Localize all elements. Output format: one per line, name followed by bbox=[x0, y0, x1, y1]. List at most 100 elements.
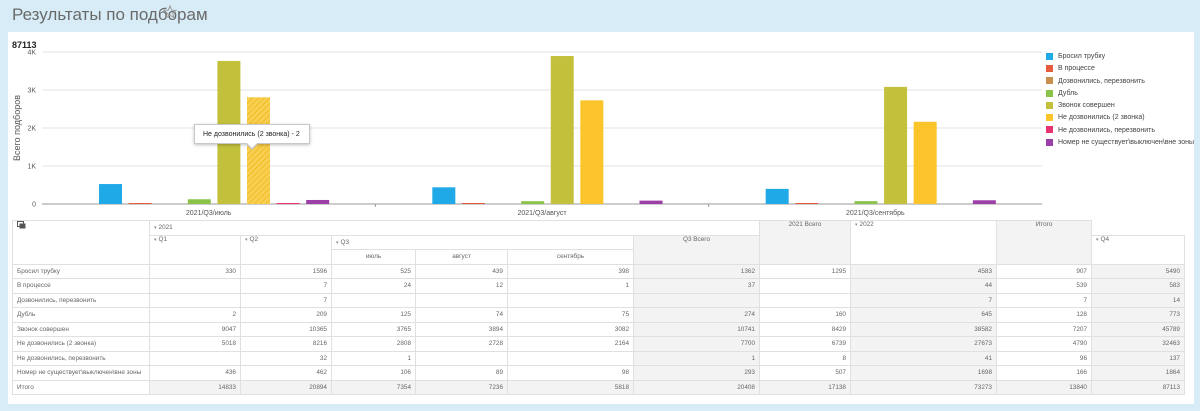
table-cell: 3894 bbox=[415, 321, 508, 337]
col-header-q1[interactable]: ▾ Q1 bbox=[149, 234, 241, 265]
table-cell: 4583 bbox=[850, 263, 997, 279]
table-cell: 8216 bbox=[240, 336, 332, 352]
col-header-q4[interactable]: ▾ Q4 bbox=[1091, 234, 1185, 265]
bar[interactable] bbox=[795, 203, 819, 204]
row-label: Бросил трубку bbox=[12, 263, 150, 279]
table-cell: 7354 bbox=[331, 379, 416, 395]
bar[interactable] bbox=[550, 56, 574, 204]
table-cell: 462 bbox=[240, 365, 332, 381]
legend-item[interactable]: Номер не существует\выключен\вне зоны bbox=[1046, 138, 1194, 150]
table-row: Не дозвонились (2 звонка) 5018 8216 2808 272… bbox=[12, 336, 1185, 352]
bar[interactable] bbox=[854, 201, 878, 204]
row-label: Не дозвонились, перезвонить bbox=[12, 350, 150, 366]
table-cell bbox=[149, 350, 241, 366]
table-cell: 73273 bbox=[850, 379, 997, 395]
legend-swatch bbox=[1046, 138, 1053, 146]
bar[interactable] bbox=[99, 184, 122, 204]
legend-swatch bbox=[1046, 126, 1053, 134]
col-header-q3[interactable]: ▾ Q3 bbox=[331, 234, 634, 250]
table-cell: 7 bbox=[996, 292, 1092, 308]
bar[interactable] bbox=[247, 97, 270, 204]
table-cell: 128 bbox=[996, 307, 1092, 323]
pivot-settings-icon[interactable] bbox=[17, 221, 26, 229]
table-cell: 106 bbox=[331, 365, 416, 381]
chart-legend: Бросил трубку В процессе Дозвонились, пере… bbox=[1046, 52, 1194, 150]
bar[interactable] bbox=[639, 200, 663, 204]
table-cell: 6739 bbox=[759, 336, 851, 352]
table-cell: 10741 bbox=[633, 321, 760, 337]
table-cell: 3765 bbox=[331, 321, 416, 337]
legend-label: Бросил трубку bbox=[1058, 53, 1106, 60]
bar[interactable] bbox=[765, 188, 789, 204]
table-cell: 89 bbox=[415, 365, 508, 381]
table-cell: 125 bbox=[331, 307, 416, 323]
legend-item[interactable]: В процессе bbox=[1046, 64, 1194, 76]
table-cell: 4790 bbox=[996, 336, 1092, 352]
x-tick-label: 2021/Q3/сентябрь bbox=[846, 209, 905, 217]
table-cell: 5018 bbox=[149, 336, 241, 352]
bar[interactable] bbox=[432, 187, 456, 204]
col-header-2022[interactable]: ▾ 2022 bbox=[850, 220, 997, 265]
table-cell: 1864 bbox=[1091, 365, 1185, 381]
report-panel: 87113 0 1K 2K 3K 4K Всего подборов 2021/Q3/июл… bbox=[8, 32, 1194, 404]
bar[interactable] bbox=[972, 200, 996, 204]
bar[interactable] bbox=[913, 121, 937, 204]
bar[interactable] bbox=[580, 100, 604, 204]
legend-item[interactable]: Дозвонились, перезвонить bbox=[1046, 77, 1194, 89]
y-axis-label: Всего подборов bbox=[12, 95, 22, 161]
table-cell bbox=[507, 292, 634, 308]
table-row: Бросил трубку 330 1596 525 439 398 1362 1295 458… bbox=[12, 263, 1185, 279]
legend-swatch bbox=[1046, 64, 1053, 72]
table-cell: 1596 bbox=[240, 263, 332, 279]
table-cell: 7207 bbox=[996, 321, 1092, 337]
table-cell: 330 bbox=[149, 263, 241, 279]
legend-swatch bbox=[1046, 114, 1053, 122]
table-cell: 525 bbox=[331, 263, 416, 279]
pivot-settings-cell[interactable] bbox=[12, 220, 150, 265]
table-cell: 274 bbox=[633, 307, 760, 323]
row-label: Звонок совершен bbox=[12, 321, 150, 337]
bar[interactable] bbox=[884, 86, 908, 204]
bar[interactable] bbox=[461, 203, 485, 204]
legend-swatch bbox=[1046, 89, 1053, 97]
table-cell: 7 bbox=[240, 292, 332, 308]
table-row: Итого 14833 20894 7354 7236 5818 20408 17138 732… bbox=[12, 379, 1185, 395]
table-cell: 209 bbox=[240, 307, 332, 323]
table-cell: 44 bbox=[850, 278, 997, 294]
bar[interactable] bbox=[187, 199, 211, 204]
legend-item[interactable]: Не дозвонились, перезвонить bbox=[1046, 126, 1194, 138]
bar[interactable] bbox=[276, 203, 300, 204]
table-cell: 45789 bbox=[1091, 321, 1185, 337]
favorite-star-icon[interactable] bbox=[163, 5, 177, 19]
x-tick-label: 2021/Q3/июль bbox=[186, 210, 232, 217]
table-cell: 20894 bbox=[240, 379, 332, 395]
table-row: Дозвонились, перезвонить 7 7 7 14 bbox=[12, 292, 1185, 308]
bar[interactable] bbox=[128, 203, 152, 204]
legend-item[interactable]: Дубль bbox=[1046, 89, 1194, 101]
table-cell: 1362 bbox=[633, 263, 760, 279]
col-header-2021-total: 2021 Всего bbox=[759, 220, 851, 265]
table-cell: 773 bbox=[1091, 307, 1185, 323]
table-cell: 2808 bbox=[331, 336, 416, 352]
table-cell: 1698 bbox=[850, 365, 997, 381]
col-header-month-1: июль bbox=[331, 249, 416, 265]
col-header-2021[interactable]: ▾ 2021 bbox=[149, 220, 760, 236]
table-row: Дубль 2 209 125 74 75 274 160 645 128 773 bbox=[12, 307, 1185, 323]
table-cell: 7236 bbox=[415, 379, 508, 395]
legend-item[interactable]: Звонок совершен bbox=[1046, 101, 1194, 113]
table-cell: 137 bbox=[1091, 350, 1185, 366]
y-tick-label: 2K bbox=[27, 126, 36, 133]
row-label: Номер не существует\выключен\вне зоны bbox=[12, 365, 150, 381]
table-row: В процессе 7 24 12 1 37 44 539 583 bbox=[12, 278, 1185, 294]
legend-swatch bbox=[1046, 77, 1053, 85]
table-cell: 539 bbox=[996, 278, 1092, 294]
legend-item[interactable]: Бросил трубку bbox=[1046, 52, 1194, 64]
bar[interactable] bbox=[306, 199, 330, 204]
table-cell: 27673 bbox=[850, 336, 997, 352]
table-cell: 293 bbox=[633, 365, 760, 381]
col-header-q2[interactable]: ▾ Q2 bbox=[240, 234, 332, 265]
table-cell: 74 bbox=[415, 307, 508, 323]
legend-item[interactable]: Не дозвонились (2 звонка) bbox=[1046, 113, 1194, 125]
bar[interactable] bbox=[521, 201, 545, 204]
table-cell bbox=[633, 292, 760, 308]
